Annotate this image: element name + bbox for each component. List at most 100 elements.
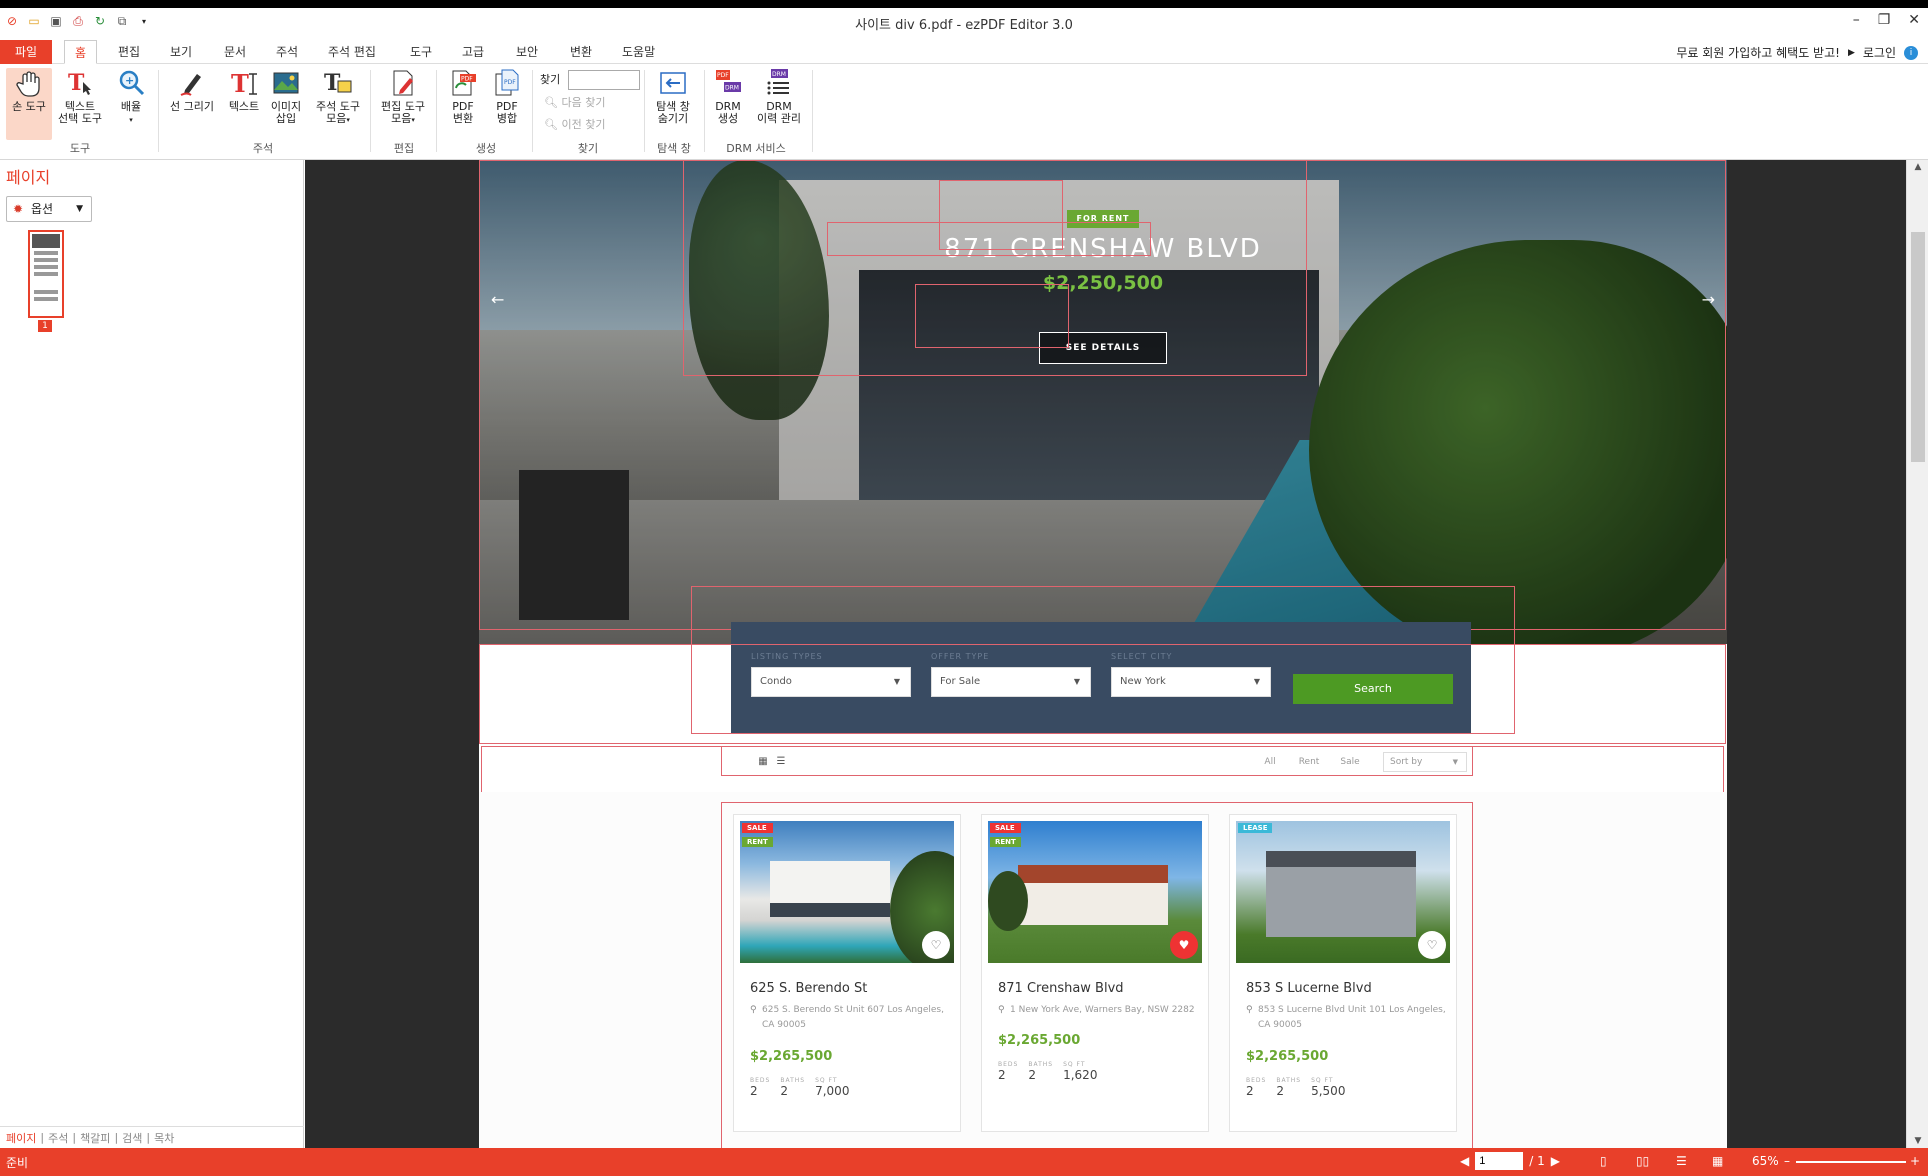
listing-card[interactable]: SALE RENT ♥ 871 Crenshaw Blvd ⚲ 1 New Yo…	[981, 814, 1209, 1132]
favorite-heart-icon[interactable]: ♡	[1418, 931, 1446, 959]
arrow-right-icon[interactable]: →	[1702, 290, 1715, 309]
search-button[interactable]: Search	[1293, 674, 1453, 704]
listing-name[interactable]: 853 S Lucerne Blvd	[1246, 981, 1372, 996]
grid-view-icon[interactable]: ▦	[755, 754, 771, 770]
text-select-tool-button[interactable]: T 텍스트 선택 도구	[54, 68, 106, 125]
listing-card[interactable]: LEASE ♡ 853 S Lucerne Blvd ⚲ 853 S Lucer…	[1229, 814, 1457, 1132]
map-pin-icon: ⚲	[998, 1005, 1005, 1015]
nav-pane-toggle-button[interactable]: 탐색 창 숨기기	[650, 68, 696, 125]
promo-area: 무료 회원 가입하고 혜택도 받고! ▶ 로그인 i	[1676, 44, 1918, 61]
list-view-icon[interactable]: ☰	[773, 754, 789, 770]
listing-name[interactable]: 871 Crenshaw Blvd	[998, 981, 1124, 996]
tab-document[interactable]: 문서	[214, 40, 256, 64]
ribbon-separator	[436, 70, 437, 152]
panel-title: 페이지	[6, 168, 51, 187]
favorite-heart-icon[interactable]: ♡	[922, 931, 950, 959]
drm-create-icon: PDF DRM	[716, 70, 741, 92]
next-page-icon[interactable]: ▶	[1551, 1154, 1560, 1168]
spec-beds: BEDS 2	[1246, 1077, 1267, 1098]
grid-view-icon[interactable]: ▦	[1712, 1154, 1723, 1168]
spec-baths: BATHS 2	[1028, 1061, 1054, 1082]
minimize-icon[interactable]: –	[1853, 12, 1860, 28]
single-page-view-icon[interactable]: ▯	[1600, 1154, 1607, 1168]
group-label-annotation: 주석	[252, 142, 274, 155]
two-page-view-icon[interactable]: ▯▯	[1636, 1154, 1649, 1168]
restore-icon[interactable]: ❐	[1878, 12, 1891, 28]
pdf-merge-icon: PDF	[495, 69, 519, 96]
hero-overlay	[479, 160, 1727, 644]
tab-help[interactable]: 도움말	[612, 40, 665, 64]
zoom-in-icon[interactable]: +	[1910, 1154, 1920, 1168]
edit-tools-button[interactable]: 편집 도구 모음▾	[376, 68, 430, 126]
listing-types-select[interactable]: Condo ▼	[751, 667, 911, 697]
scroll-up-icon[interactable]: ▲	[1907, 162, 1928, 172]
select-city-select[interactable]: New York ▼	[1111, 667, 1271, 697]
listing-card[interactable]: SALE RENT ♡ 625 S. Berendo St ⚲ 625 S. B…	[733, 814, 961, 1132]
map-pin-icon: ⚲	[1246, 1005, 1253, 1015]
pdf-page: FOR RENT 871 CRENSHAW BLVD $2,250,500 SE…	[479, 160, 1727, 1148]
see-details-button[interactable]: SEE DETAILS	[1039, 332, 1167, 364]
listing-specs: BEDS 2 BATHS 2 SQ FT 5,500	[1246, 1077, 1345, 1098]
arrow-left-icon[interactable]: ←	[491, 290, 504, 309]
scrollbar-thumb[interactable]	[1911, 232, 1925, 462]
continuous-view-icon[interactable]: ☰	[1676, 1154, 1687, 1168]
edit-dropdown-icon: ▾	[411, 116, 415, 124]
vertical-scrollbar[interactable]: ▲ ▼	[1906, 160, 1928, 1148]
scroll-down-icon[interactable]: ▼	[1907, 1136, 1928, 1146]
close-icon[interactable]: ✕	[1908, 12, 1920, 28]
signup-link[interactable]: 무료 회원 가입하고 혜택도 받고!	[1676, 44, 1840, 61]
tab-advanced[interactable]: 고급	[452, 40, 494, 64]
login-link[interactable]: 로그인	[1863, 44, 1896, 61]
panel-tab-toc[interactable]: 목차	[154, 1130, 174, 1146]
line-draw-button[interactable]: 선 그리기	[166, 68, 218, 113]
tag-rent: RENT	[742, 837, 773, 847]
page-number-input[interactable]	[1475, 1152, 1524, 1170]
options-dropdown[interactable]: ✹ 옵션 ▼	[6, 196, 92, 222]
favorite-heart-icon[interactable]: ♥	[1170, 931, 1198, 959]
hero-price: $2,250,500	[1042, 272, 1164, 294]
tab-view[interactable]: 보기	[160, 40, 202, 64]
svg-text:PDF: PDF	[504, 79, 516, 86]
panel-tab-pages[interactable]: 페이지	[6, 1130, 36, 1146]
spec-beds: BEDS 2	[750, 1077, 771, 1098]
tab-edit[interactable]: 편집	[108, 40, 150, 64]
tab-tools[interactable]: 도구	[400, 40, 442, 64]
drm-create-button[interactable]: PDF DRM DRM 생성	[708, 68, 748, 125]
tab-file[interactable]: 파일	[0, 40, 52, 64]
panel-tab-search[interactable]: 검색	[122, 1130, 142, 1146]
photo-house-shape	[1266, 851, 1416, 937]
panel-tab-bookmarks[interactable]: 책갈피	[80, 1130, 110, 1146]
filter-rent-button[interactable]: Rent	[1291, 752, 1327, 772]
find-prev-button[interactable]: 🔍︎ 이전 찾기	[544, 116, 605, 132]
caret-down-icon: ▼	[1452, 758, 1458, 766]
sort-by-select[interactable]: Sort by ▼	[1383, 752, 1467, 772]
filter-sale-button[interactable]: Sale	[1335, 752, 1365, 772]
find-input[interactable]	[567, 70, 640, 90]
tab-annotation[interactable]: 주석	[266, 40, 308, 64]
for-rent-badge: FOR RENT	[1067, 210, 1139, 228]
document-viewport[interactable]: FOR RENT 871 CRENSHAW BLVD $2,250,500 SE…	[305, 160, 1906, 1148]
hand-tool-button[interactable]: 손 도구	[6, 68, 52, 140]
info-icon[interactable]: i	[1904, 45, 1918, 60]
prev-page-icon[interactable]: ◀	[1460, 1154, 1469, 1168]
pdf-convert-button[interactable]: PDF PDF 변환	[444, 68, 482, 125]
panel-tab-annotations[interactable]: 주석	[48, 1130, 68, 1146]
pdf-merge-button[interactable]: PDF PDF 병합	[488, 68, 526, 125]
tab-security[interactable]: 보안	[506, 40, 548, 64]
tab-home[interactable]: 홈	[64, 40, 98, 64]
zoom-out-icon[interactable]: –	[1784, 1154, 1790, 1168]
filter-all-button[interactable]: All	[1255, 752, 1285, 772]
zoom-button[interactable]: + 배율 ▾	[112, 68, 150, 126]
image-insert-button[interactable]: 이미지 삽입	[266, 68, 306, 125]
annotation-tools-button[interactable]: T 주석 도구 모음▾	[312, 68, 364, 126]
text-button[interactable]: T 텍스트	[224, 68, 264, 113]
listing-name[interactable]: 625 S. Berendo St	[750, 981, 867, 996]
annotation-dropdown-icon: ▾	[346, 116, 350, 124]
tab-convert[interactable]: 변환	[560, 40, 602, 64]
offer-type-select[interactable]: For Sale ▼	[931, 667, 1091, 697]
page-thumbnail[interactable]	[28, 230, 64, 318]
zoom-slider[interactable]	[1796, 1161, 1906, 1163]
find-next-button[interactable]: 🔍︎ 다음 찾기	[544, 94, 605, 110]
drm-history-button[interactable]: DRM DRM 이력 관리	[752, 68, 806, 125]
tab-annotation-edit[interactable]: 주석 편집	[318, 40, 386, 64]
